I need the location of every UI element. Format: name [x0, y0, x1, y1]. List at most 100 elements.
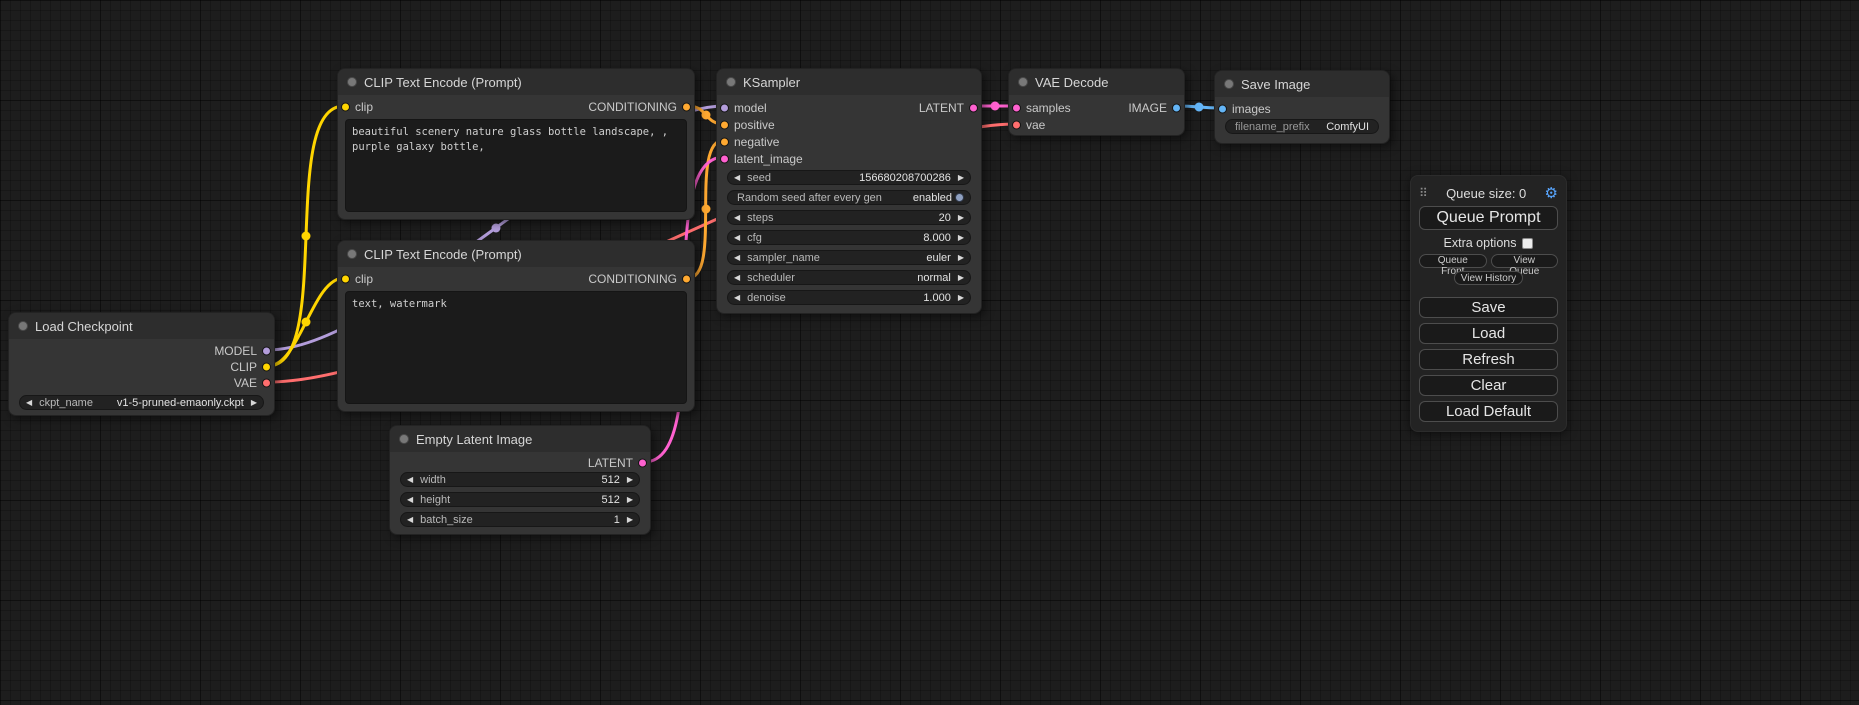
output-slot-label: IMAGE	[1128, 101, 1167, 115]
sampler-name-combo-widget[interactable]: ◀ sampler_name euler ▶	[727, 250, 971, 265]
decrement-arrow-icon[interactable]: ◀	[734, 254, 740, 262]
clear-button[interactable]: Clear	[1419, 375, 1558, 396]
output-slot-clip[interactable]	[262, 363, 271, 372]
node-save-image[interactable]: Save Image images filename_prefix ComfyU…	[1214, 70, 1390, 144]
input-slot-model[interactable]	[720, 103, 729, 112]
node-load-checkpoint[interactable]: Load Checkpoint MODEL CLIP VAE ◀ ckpt_na…	[8, 312, 275, 416]
filename-prefix-text-widget[interactable]: filename_prefix ComfyUI	[1225, 119, 1379, 134]
toggle-dot-icon[interactable]	[955, 193, 964, 202]
node-title-bar[interactable]: CLIP Text Encode (Prompt)	[338, 69, 694, 95]
node-title-bar[interactable]: Empty Latent Image	[390, 426, 650, 452]
increment-arrow-icon[interactable]: ▶	[251, 399, 257, 407]
input-slot-vae[interactable]	[1012, 120, 1021, 129]
extra-options-checkbox[interactable]	[1522, 238, 1533, 249]
increment-arrow-icon[interactable]: ▶	[958, 234, 964, 242]
slot-row: positive	[717, 116, 981, 133]
collapse-dot-icon[interactable]	[347, 77, 357, 87]
input-slot-clip[interactable]	[341, 103, 350, 112]
widget-value: normal	[917, 272, 951, 284]
node-vae-decode[interactable]: VAE Decode samples IMAGE vae	[1008, 68, 1185, 136]
node-title-bar[interactable]: Load Checkpoint	[9, 313, 274, 339]
increment-arrow-icon[interactable]: ▶	[958, 254, 964, 262]
input-slot-positive[interactable]	[720, 120, 729, 129]
widget-label: filename_prefix	[1235, 121, 1310, 133]
drag-handle-icon[interactable]: ⠿	[1419, 186, 1428, 200]
width-combo-widget[interactable]: ◀ width 512 ▶	[400, 472, 640, 487]
queue-prompt-button[interactable]: Queue Prompt	[1419, 206, 1558, 230]
output-slot-latent[interactable]	[969, 103, 978, 112]
prompt-textarea[interactable]: text, watermark	[345, 291, 687, 404]
increment-arrow-icon[interactable]: ▶	[958, 214, 964, 222]
node-title-bar[interactable]: Save Image	[1215, 71, 1389, 97]
output-slot-image[interactable]	[1172, 103, 1181, 112]
refresh-button[interactable]: Refresh	[1419, 349, 1558, 370]
load-default-button[interactable]: Load Default	[1419, 401, 1558, 422]
collapse-dot-icon[interactable]	[347, 249, 357, 259]
settings-gear-icon[interactable]: ⚙	[1545, 184, 1558, 202]
output-slot-conditioning[interactable]	[682, 103, 691, 112]
seed-combo-widget[interactable]: ◀ seed 156680208700286 ▶	[727, 170, 971, 185]
cfg-combo-widget[interactable]: ◀ cfg 8.000 ▶	[727, 230, 971, 245]
node-clip-text-encode-negative[interactable]: CLIP Text Encode (Prompt) clip CONDITION…	[337, 240, 695, 412]
node-ksampler[interactable]: KSampler model LATENT positive negative …	[716, 68, 982, 314]
graph-canvas[interactable]: Load Checkpoint MODEL CLIP VAE ◀ ckpt_na…	[0, 0, 1859, 705]
decrement-arrow-icon[interactable]: ◀	[407, 496, 413, 504]
decrement-arrow-icon[interactable]: ◀	[734, 294, 740, 302]
queue-buttons-row: Queue Front View Queue	[1419, 254, 1558, 268]
collapse-dot-icon[interactable]	[18, 321, 28, 331]
node-title-bar[interactable]: VAE Decode	[1009, 69, 1184, 95]
queue-front-button[interactable]: Queue Front	[1419, 254, 1487, 268]
scheduler-combo-widget[interactable]: ◀ scheduler normal ▶	[727, 270, 971, 285]
widget-label: height	[420, 494, 450, 506]
input-slot-label: model	[734, 101, 767, 115]
output-slot-conditioning[interactable]	[682, 275, 691, 284]
decrement-arrow-icon[interactable]: ◀	[734, 214, 740, 222]
save-button[interactable]: Save	[1419, 297, 1558, 318]
output-slot-vae[interactable]	[262, 379, 271, 388]
input-slot-negative[interactable]	[720, 137, 729, 146]
output-slot-latent[interactable]	[638, 459, 647, 468]
steps-combo-widget[interactable]: ◀ steps 20 ▶	[727, 210, 971, 225]
decrement-arrow-icon[interactable]: ◀	[407, 476, 413, 484]
increment-arrow-icon[interactable]: ▶	[627, 516, 633, 524]
increment-arrow-icon[interactable]: ▶	[958, 174, 964, 182]
collapse-dot-icon[interactable]	[399, 434, 409, 444]
decrement-arrow-icon[interactable]: ◀	[734, 274, 740, 282]
input-slot-samples[interactable]	[1012, 103, 1021, 112]
ckpt-name-combo-widget[interactable]: ◀ ckpt_name v1-5-pruned-emaonly.ckpt ▶	[19, 395, 264, 410]
collapse-dot-icon[interactable]	[726, 77, 736, 87]
input-slot-clip[interactable]	[341, 275, 350, 284]
increment-arrow-icon[interactable]: ▶	[627, 476, 633, 484]
random-seed-toggle-widget[interactable]: Random seed after every gen enabled	[727, 190, 971, 205]
decrement-arrow-icon[interactable]: ◀	[734, 234, 740, 242]
slot-row: images	[1215, 101, 1389, 117]
collapse-dot-icon[interactable]	[1224, 79, 1234, 89]
node-title: Load Checkpoint	[35, 319, 133, 334]
decrement-arrow-icon[interactable]: ◀	[407, 516, 413, 524]
prompt-textarea[interactable]: beautiful scenery nature glass bottle la…	[345, 119, 687, 212]
increment-arrow-icon[interactable]: ▶	[627, 496, 633, 504]
view-queue-button[interactable]: View Queue	[1491, 254, 1559, 268]
node-title-bar[interactable]: KSampler	[717, 69, 981, 95]
slot-row: negative	[717, 133, 981, 150]
increment-arrow-icon[interactable]: ▶	[958, 274, 964, 282]
input-slot-images[interactable]	[1218, 105, 1227, 114]
widget-label: cfg	[747, 232, 762, 244]
output-slot-model[interactable]	[262, 347, 271, 356]
node-empty-latent-image[interactable]: Empty Latent Image LATENT ◀ width 512 ▶ …	[389, 425, 651, 535]
input-slot-latent-image[interactable]	[720, 154, 729, 163]
decrement-arrow-icon[interactable]: ◀	[734, 174, 740, 182]
widget-label: sampler_name	[747, 252, 820, 264]
increment-arrow-icon[interactable]: ▶	[958, 294, 964, 302]
height-combo-widget[interactable]: ◀ height 512 ▶	[400, 492, 640, 507]
node-clip-text-encode-positive[interactable]: CLIP Text Encode (Prompt) clip CONDITION…	[337, 68, 695, 220]
batch-size-combo-widget[interactable]: ◀ batch_size 1 ▶	[400, 512, 640, 527]
collapse-dot-icon[interactable]	[1018, 77, 1028, 87]
load-button[interactable]: Load	[1419, 323, 1558, 344]
output-slot-label: CLIP	[230, 360, 257, 374]
view-history-button[interactable]: View History	[1454, 271, 1523, 285]
widget-label: width	[420, 474, 446, 486]
node-title-bar[interactable]: CLIP Text Encode (Prompt)	[338, 241, 694, 267]
denoise-combo-widget[interactable]: ◀ denoise 1.000 ▶	[727, 290, 971, 305]
decrement-arrow-icon[interactable]: ◀	[26, 399, 32, 407]
